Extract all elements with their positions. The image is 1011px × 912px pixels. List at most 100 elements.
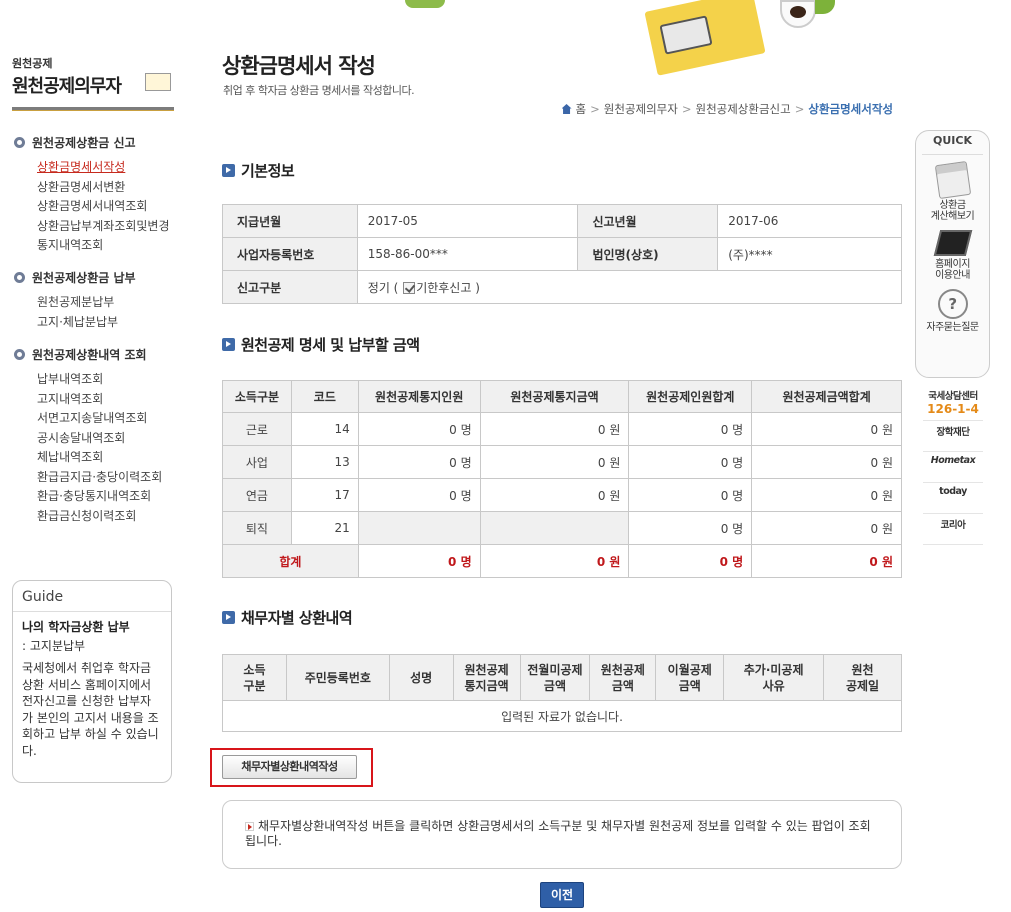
cell-blank (357, 511, 481, 545)
table-row: 사업자등록번호 158-86-00*** 법인명(상호) (주)**** (222, 237, 902, 271)
prev-button[interactable]: 이전 (540, 882, 584, 908)
cell-code: 14 (290, 412, 359, 446)
sidebar-item-arrears[interactable]: 체납내역조회 (14, 448, 194, 468)
corp-name-value: (주)**** (717, 237, 902, 271)
header-leaf-decoration (405, 0, 445, 8)
breadcrumb-report[interactable]: 원천공제상환금신고 (695, 101, 790, 117)
col-sum-people: 원천공제인원합계 (628, 380, 753, 413)
col-notice-amount: 원천공제통지금액 (479, 380, 630, 413)
sidebar-menu-head-report[interactable]: 원천공제상환금 신고 (14, 133, 194, 151)
triangle-bullet-icon (245, 822, 254, 831)
quick-item-faq[interactable]: ? 자주묻는질문 (916, 289, 989, 333)
late-report-checkbox[interactable] (403, 282, 416, 294)
header-coffee-cup-decoration (780, 0, 816, 28)
cell-type: 연금 (222, 478, 292, 512)
notice-box: 채무자별상환내역작성 버튼을 클릭하면 상환금명세서의 소득구분 및 채무자별 … (222, 800, 902, 869)
cell-type: 퇴직 (222, 511, 292, 545)
sidebar-item-notice-payment[interactable]: 고지·체납분납부 (14, 313, 194, 333)
menu-title: 원천공제상환금 납부 (32, 270, 136, 285)
table-row: 신고구분 정기 ( 기한후신고 ) (222, 270, 903, 304)
breadcrumb-current: 상환금명세서작성 (808, 102, 893, 116)
section-title-text: 채무자별 상환내역 (241, 609, 353, 627)
home-icon (561, 104, 572, 114)
report-type-prefix: 정기 ( (367, 280, 399, 295)
late-report-label: 기한후신고 (416, 280, 472, 295)
sidebar-item-public-notice[interactable]: 공시송달내역조회 (14, 429, 194, 449)
sidebar-item-refund-notice[interactable]: 환급·충당통지내역조회 (14, 487, 194, 507)
envelope-icon (145, 73, 171, 91)
sidebar-item-refund-history[interactable]: 환급금지급·충당이력조회 (14, 468, 194, 488)
col-carryover: 이월공제 금액 (655, 654, 725, 701)
cell-type: 근로 (222, 412, 292, 446)
sidebar-item-account[interactable]: 상환금납부계좌조회및변경 (14, 217, 194, 237)
breadcrumb-home[interactable]: 홈 (576, 101, 587, 117)
col-notice-people: 원천공제통지인원 (357, 380, 481, 413)
sidebar-item-deduction-payment[interactable]: 원천공제분납부 (14, 293, 194, 313)
banner-korea[interactable]: 코리아 (923, 514, 983, 545)
sidebar-item-refund-request[interactable]: 환급금신청이력조회 (14, 507, 194, 527)
banner-kosaf[interactable]: 장학재단 (923, 421, 983, 452)
laptop-icon (933, 230, 972, 256)
banner-hometax[interactable]: Hometax (923, 452, 983, 483)
cell-sum-people: 0 명 (628, 445, 753, 479)
corp-name-label: 법인명(상호) (577, 237, 719, 271)
quick-item-label: 홈페이지 이용안내 (935, 259, 970, 281)
col-income-type: 소득 구분 (222, 654, 287, 701)
banner-tax-center[interactable]: 국세상담센터 126-1-4 (923, 385, 983, 421)
table-row: 퇴직 21 0 명 0 원 (222, 511, 902, 545)
sidebar-item-statement-convert[interactable]: 상환금명세서변환 (14, 178, 194, 198)
sidebar-item-notice-history2[interactable]: 고지내역조회 (14, 390, 194, 410)
arrow-square-icon (222, 611, 235, 624)
arrow-square-icon (222, 338, 235, 351)
sidebar-item-statement-history[interactable]: 상환금명세서내역조회 (14, 197, 194, 217)
guide-body: 국세청에서 취업후 학자금 상환 서비스 홈페이지에서 전자신고를 신청한 납부… (22, 661, 159, 758)
breadcrumb-obligor[interactable]: 원천공제의무자 (604, 101, 678, 117)
section-title-debt: 채무자별 상환내역 (222, 607, 353, 628)
cell-type: 사업 (222, 445, 292, 479)
breadcrumb: 홈 > 원천공제의무자 > 원천공제상환금신고 > 상환금명세서작성 (561, 101, 893, 117)
banner-korea-label: 코리아 (940, 520, 966, 531)
report-type-suffix: ) (475, 280, 480, 295)
total-sum-amount: 0 원 (751, 544, 902, 578)
sidebar-menu-head-history[interactable]: 원천공제상환내역 조회 (14, 345, 194, 363)
sidebar-menu-head-payment[interactable]: 원천공제상환금 납부 (14, 268, 194, 286)
total-sum-people: 0 명 (628, 544, 753, 578)
cell-code: 21 (290, 511, 359, 545)
header-leaf-decoration-2 (815, 0, 835, 14)
sidebar-item-written-notice[interactable]: 서면고지송달내역조회 (14, 409, 194, 429)
section-title-basic: 기본정보 (222, 160, 295, 181)
circle-bullet-icon (14, 348, 25, 360)
cell-blank (479, 511, 630, 545)
cell-sum-people: 0 명 (628, 511, 753, 545)
table-row: 연금 17 0 명 0 원 0 명 0 원 (222, 478, 902, 512)
calculator-icon (934, 160, 971, 200)
cell-sum-people: 0 명 (628, 478, 753, 512)
sidebar-brand-small: 원천공제 (12, 57, 53, 70)
arrow-square-icon (222, 164, 235, 177)
col-income-type: 소득구분 (222, 380, 292, 413)
cell-sum-people: 0 명 (628, 412, 753, 446)
banner-hometax-label: Hometax (930, 455, 976, 466)
section-title-summary: 원천공제 명세 및 납부할 금액 (222, 334, 420, 355)
sidebar-item-statement-write[interactable]: 상환금명세서작성 (14, 158, 194, 178)
quick-item-guide[interactable]: 홈페이지 이용안내 (916, 230, 989, 281)
sidebar-item-notice-history[interactable]: 통지내역조회 (14, 236, 194, 256)
sidebar-menu-payment: 원천공제상환금 납부 원천공제분납부 고지·체납분납부 (14, 268, 194, 332)
breadcrumb-separator: > (681, 102, 692, 116)
banner-today[interactable]: today (923, 483, 983, 514)
section-title-text: 원천공제 명세 및 납부할 금액 (241, 336, 420, 354)
menu-title: 원천공제상환금 신고 (32, 135, 136, 150)
sidebar-item-payment-history[interactable]: 납부내역조회 (14, 370, 194, 390)
total-notice-amount: 0 원 (479, 544, 630, 578)
table-row: 근로 14 0 명 0 원 0 명 0 원 (222, 412, 902, 446)
quick-title: QUICK (922, 131, 983, 155)
quick-item-calculator[interactable]: 상환금 계산해보기 (916, 160, 989, 222)
report-month-value: 2017-06 (717, 204, 902, 238)
write-debtor-button[interactable]: 채무자별상환내역작성 (222, 755, 357, 779)
report-month-label: 신고년월 (577, 204, 719, 238)
col-deduction-date: 원천 공제일 (823, 654, 902, 701)
col-name: 성명 (388, 654, 454, 701)
quick-item-label: 상환금 계산해보기 (930, 200, 975, 222)
report-type-label: 신고구분 (222, 270, 358, 304)
cell-code: 13 (290, 445, 359, 479)
